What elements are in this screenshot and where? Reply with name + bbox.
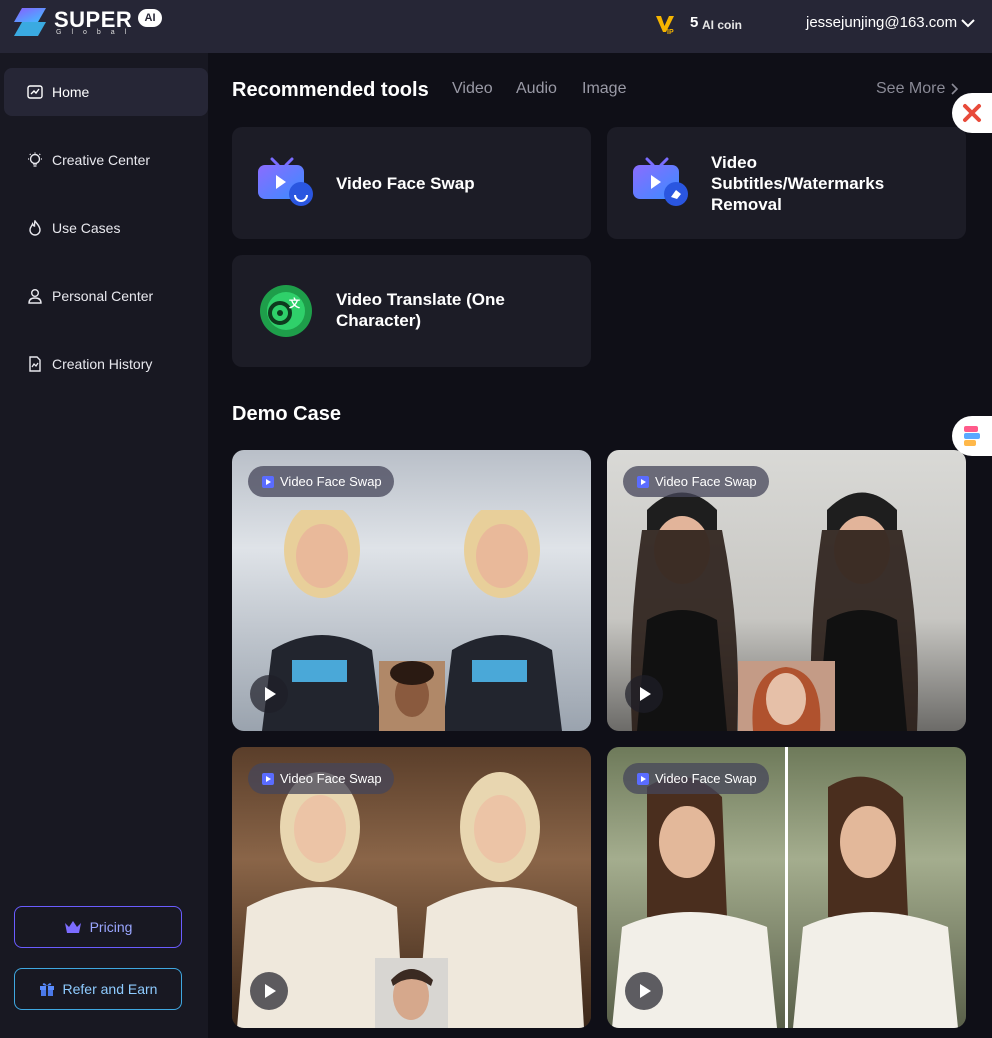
logo-mark-icon xyxy=(14,8,46,36)
demo-badge: Video Face Swap xyxy=(623,466,769,497)
coin-count: 5 xyxy=(690,14,699,31)
video-icon xyxy=(262,772,274,785)
video-icon xyxy=(637,772,649,785)
tv-eraser-icon xyxy=(633,157,688,206)
source-face-thumbnail xyxy=(375,958,448,1028)
sidebar-item-label: Creative Center xyxy=(52,152,151,168)
svg-text:文: 文 xyxy=(289,296,301,310)
source-face-thumbnail xyxy=(738,661,835,731)
sidebar-item-creative-center[interactable]: Creative Center xyxy=(4,136,208,184)
play-button[interactable] xyxy=(625,972,663,1010)
lightbulb-icon xyxy=(26,151,44,169)
play-button[interactable] xyxy=(625,675,663,713)
video-icon xyxy=(637,475,649,488)
demo-badge-label: Video Face Swap xyxy=(655,474,757,489)
see-more-label: See More xyxy=(876,80,946,97)
sidebar-item-home[interactable]: Home xyxy=(4,68,208,116)
sidebar-item-label: Use Cases xyxy=(52,220,121,236)
refer-label: Refer and Earn xyxy=(62,981,158,997)
crown-icon xyxy=(64,920,82,934)
close-extension-button[interactable] xyxy=(952,93,992,133)
user-icon xyxy=(26,287,44,305)
refer-and-earn-button[interactable]: Refer and Earn xyxy=(14,968,182,1010)
demo-card[interactable]: Video Face Swap xyxy=(607,747,966,1028)
demo-badge: Video Face Swap xyxy=(248,763,394,794)
sidebar-item-label: Personal Center xyxy=(52,288,154,304)
play-button[interactable] xyxy=(250,675,288,713)
vip-icon: IP xyxy=(656,16,674,35)
demo-card[interactable]: Video Face Swap xyxy=(232,450,591,731)
tool-card-video-face-swap[interactable]: Video Face Swap xyxy=(232,127,591,239)
section-title-demo-case: Demo Case xyxy=(232,403,341,425)
chart-icon xyxy=(26,83,44,101)
source-face-thumbnail xyxy=(379,661,445,731)
user-menu[interactable]: jessejunjing@163.com xyxy=(806,14,975,31)
demo-card[interactable]: Video Face Swap xyxy=(607,450,966,731)
tool-card-label: Video Translate (One Character) xyxy=(336,290,505,330)
top-header: SUPER AI Global IP 5 AI coin jessejunjin… xyxy=(0,0,992,53)
sidebar-item-personal-center[interactable]: Personal Center xyxy=(4,272,208,320)
history-icon xyxy=(26,355,44,373)
chevron-right-icon xyxy=(951,83,959,95)
demo-badge: Video Face Swap xyxy=(623,763,769,794)
sidebar: Home Creative Center Use Cases Personal … xyxy=(0,53,208,1038)
close-icon xyxy=(963,104,981,122)
sidebar-item-label: Home xyxy=(52,84,90,100)
tool-card-video-subtitles-removal[interactable]: Video Subtitles/Watermarks Removal xyxy=(607,127,966,239)
section-title-recommended-tools: Recommended tools xyxy=(232,79,429,101)
demo-badge-label: Video Face Swap xyxy=(280,474,382,489)
sidebar-item-use-cases[interactable]: Use Cases xyxy=(4,204,208,252)
coin-label: AI coin xyxy=(702,18,743,32)
tab-video[interactable]: Video xyxy=(452,80,493,98)
tool-card-label: Video Subtitles/Watermarks Removal xyxy=(711,153,885,214)
translate-icon: 文 xyxy=(260,285,312,337)
tool-card-label: Video Face Swap xyxy=(336,174,475,193)
pricing-label: Pricing xyxy=(89,919,133,935)
tool-card-video-translate[interactable]: 文 Video Translate (One Character) xyxy=(232,255,591,367)
demo-badge-label: Video Face Swap xyxy=(280,771,382,786)
demo-card[interactable]: Video Face Swap xyxy=(232,747,591,1028)
brand-logo[interactable]: SUPER AI Global xyxy=(12,6,164,38)
svg-text:IP: IP xyxy=(667,29,674,35)
tab-image[interactable]: Image xyxy=(582,80,626,98)
tab-audio[interactable]: Audio xyxy=(516,80,557,98)
brand-sub: Global xyxy=(56,29,137,36)
user-email: jessejunjing@163.com xyxy=(806,14,958,31)
chevron-down-icon xyxy=(961,18,975,27)
flame-icon xyxy=(26,219,44,237)
tv-face-icon xyxy=(258,157,313,206)
brand-ai-badge: AI xyxy=(138,9,162,27)
see-more-link[interactable]: See More xyxy=(876,80,959,98)
extension-app-button[interactable] xyxy=(952,416,992,456)
gift-icon xyxy=(39,981,55,997)
demo-badge-label: Video Face Swap xyxy=(655,771,757,786)
play-button[interactable] xyxy=(250,972,288,1010)
app-logo-icon xyxy=(964,426,980,446)
demo-badge: Video Face Swap xyxy=(248,466,394,497)
sidebar-item-label: Creation History xyxy=(52,356,153,372)
pricing-button[interactable]: Pricing xyxy=(14,906,182,948)
sidebar-item-creation-history[interactable]: Creation History xyxy=(4,340,208,388)
video-icon xyxy=(262,475,274,488)
